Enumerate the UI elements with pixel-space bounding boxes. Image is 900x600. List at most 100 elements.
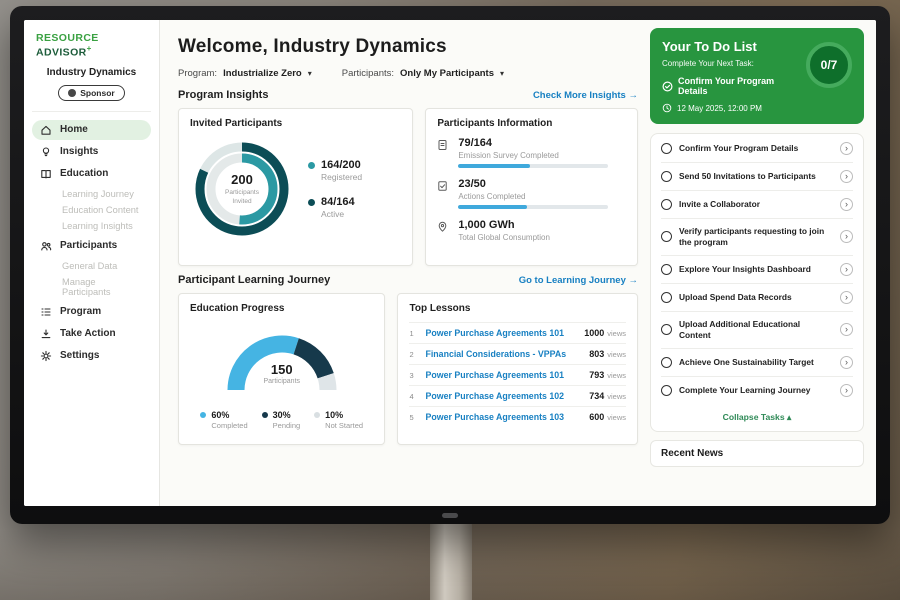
donut-center-value: 200 [231,172,253,187]
task-row[interactable]: Explore Your Insights Dashboard › [661,256,853,284]
todo-due-time: 12 May 2025, 12:00 PM [662,103,852,113]
sidebar-item-program[interactable]: Program [32,302,151,322]
task-row[interactable]: Complete Your Learning Journey › [661,377,853,404]
task-checkbox[interactable] [661,385,672,396]
chevron-down-icon: ▾ [308,69,312,78]
stat-value: 79/164 [458,137,608,149]
chevron-right-icon[interactable]: › [840,323,853,336]
sidebar-item-home[interactable]: Home [32,120,151,140]
lesson-link[interactable]: Power Purchase Agreements 101 [425,370,581,380]
action-arrow-icon [40,328,53,340]
lesson-rank: 5 [409,413,417,422]
lesson-link[interactable]: Financial Considerations - VPPAs [425,349,581,359]
task-label: Invite a Collaborator [679,199,833,210]
program-filter-label: Program: [178,68,217,79]
chevron-right-icon[interactable]: › [840,291,853,304]
legend-label: Not Started [325,421,363,430]
chevron-up-icon: ▴ [787,412,791,422]
sidebar-item-learning-journey[interactable]: Learning Journey [32,186,151,202]
sponsor-icon [68,89,76,97]
task-label: Send 50 Invitations to Participants [679,171,833,182]
chevron-right-icon[interactable]: › [840,263,853,276]
task-row[interactable]: Invite a Collaborator › [661,191,853,219]
go-to-learning-journey-link[interactable]: Go to Learning Journey → [519,275,638,286]
progress-bar [458,205,608,209]
sidebar-item-take-action[interactable]: Take Action [32,324,151,344]
stat-actions-completed: 23/50 Actions Completed [437,178,626,209]
sidebar: RESOURCE ADVISOR+ Industry Dynamics Spon… [24,20,160,506]
task-checkbox[interactable] [661,292,672,303]
sidebar-item-education-content[interactable]: Education Content [32,202,151,218]
sidebar-item-settings[interactable]: Settings [32,346,151,366]
sidebar-item-education[interactable]: Education [32,164,151,184]
task-row[interactable]: Verify participants requesting to join t… [661,219,853,256]
people-icon [40,240,53,252]
monitor-bezel: RESOURCE ADVISOR+ Industry Dynamics Spon… [10,6,890,524]
clock-icon [662,103,672,113]
legend-label: Completed [211,421,247,430]
task-checkbox[interactable] [661,264,672,275]
chevron-right-icon[interactable]: › [840,356,853,369]
lesson-link[interactable]: Power Purchase Agreements 102 [425,391,581,401]
task-label: Confirm Your Program Details [679,143,833,154]
sidebar-item-label: Home [60,124,88,135]
participants-filter-value: Only My Participants [400,68,494,79]
photo-background: RESOURCE ADVISOR+ Industry Dynamics Spon… [0,0,900,600]
task-row[interactable]: Upload Spend Data Records › [661,284,853,312]
views-label: views [607,392,626,401]
chevron-right-icon[interactable]: › [840,230,853,243]
filters-row: Program: Industrialize Zero ▾ Participan… [178,68,638,79]
recent-news-title: Recent News [661,448,723,459]
gear-icon [40,350,53,362]
legend-dot [308,199,315,206]
program-filter[interactable]: Program: Industrialize Zero ▾ [178,68,312,79]
legend-dot [314,412,320,418]
recent-news-card: Recent News [650,440,864,467]
legend-dot [200,412,206,418]
task-label: Verify participants requesting to join t… [679,226,833,248]
task-checkbox[interactable] [661,199,672,210]
collapse-tasks-link[interactable]: Collapse Tasks ▴ [661,404,853,431]
home-icon [40,124,53,136]
sidebar-item-insights[interactable]: Insights [32,142,151,162]
stat-label: Emission Survey Completed [458,151,608,160]
check-more-insights-link[interactable]: Check More Insights → [533,90,638,101]
legend-not-started: 10% Not Started [314,410,363,430]
task-row[interactable]: Send 50 Invitations to Participants › [661,163,853,191]
sidebar-item-learning-insights[interactable]: Learning Insights [32,218,151,234]
task-checkbox[interactable] [661,324,672,335]
task-row[interactable]: Achieve One Sustainability Target › [661,349,853,377]
sidebar-item-participants[interactable]: Participants [32,236,151,256]
circle-check-icon [662,81,673,92]
views-label: views [607,413,626,422]
sidebar-item-manage-participants[interactable]: Manage Participants [32,274,151,300]
task-checkbox[interactable] [661,171,672,182]
views-label: views [607,350,626,359]
sidebar-item-general-data[interactable]: General Data [32,258,151,274]
lesson-link[interactable]: Power Purchase Agreements 101 [425,328,576,338]
task-checkbox[interactable] [661,143,672,154]
chevron-right-icon[interactable]: › [840,198,853,211]
donut-center-label: Participants Invited [216,189,268,205]
participants-filter[interactable]: Participants: Only My Participants ▾ [342,68,504,79]
sidebar-org-header: Industry Dynamics Sponsor [32,67,151,112]
task-row[interactable]: Upload Additional Educational Content › [661,312,853,349]
registered-label: Registered [321,172,362,182]
task-row[interactable]: Confirm Your Program Details › [661,135,853,163]
sidebar-item-label: Education [60,168,108,179]
sponsor-badge[interactable]: Sponsor [58,85,124,101]
invited-participants-card: Invited Participants [178,108,413,266]
gauge-center-label: Participants [263,378,300,385]
lesson-link[interactable]: Power Purchase Agreements 103 [425,412,581,422]
sidebar-item-label: Participants [60,240,117,251]
chevron-right-icon[interactable]: › [840,142,853,155]
legend-dot [262,412,268,418]
chevron-right-icon[interactable]: › [840,170,853,183]
donut-legend: 164/200 Registered 84/164 Active [308,159,362,219]
sidebar-item-label: Insights [60,146,98,157]
lesson-row: 3 Power Purchase Agreements 101 793views [409,364,626,385]
legend-completed: 60% Completed [200,410,247,430]
task-checkbox[interactable] [661,231,672,242]
task-checkbox[interactable] [661,357,672,368]
chevron-right-icon[interactable]: › [840,384,853,397]
